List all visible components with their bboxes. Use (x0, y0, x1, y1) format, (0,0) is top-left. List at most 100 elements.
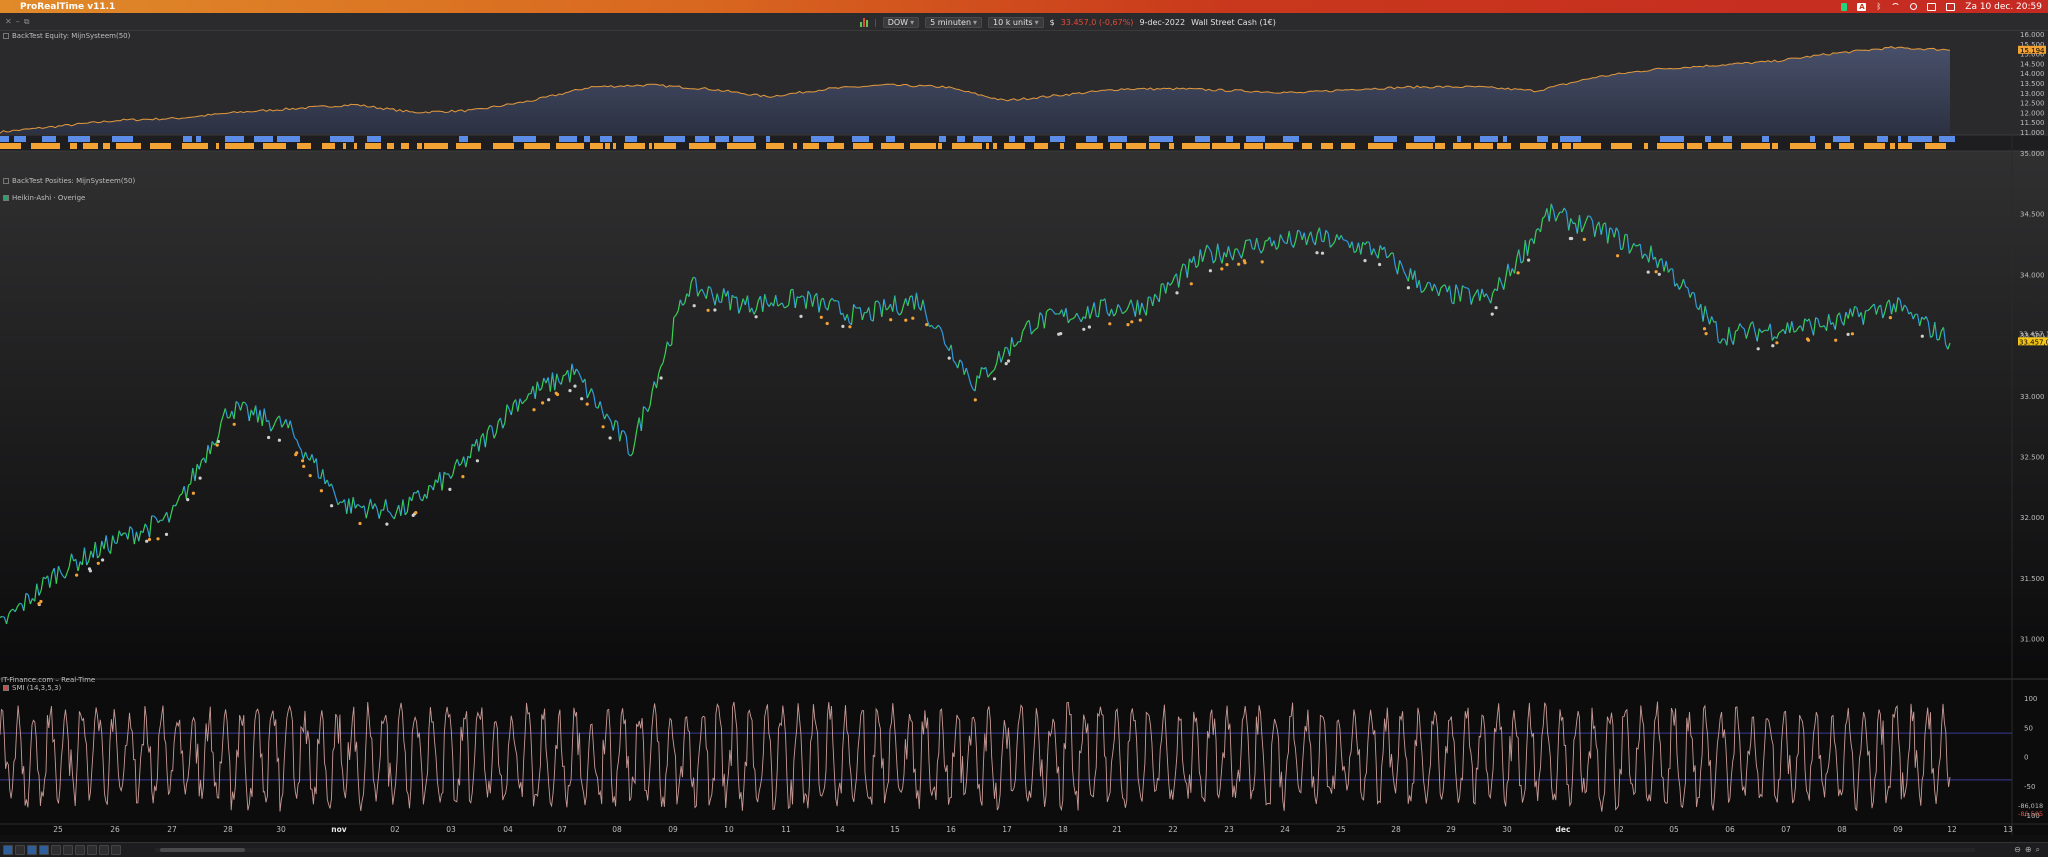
x-axis-tick: 18 (1058, 825, 1068, 834)
time-scrollbar-track[interactable] (155, 848, 1975, 852)
grid-icon[interactable] (63, 845, 73, 855)
long-position-block (1503, 136, 1507, 142)
short-position-block (1772, 143, 1778, 149)
order-marker (825, 321, 829, 326)
order-marker (1702, 327, 1707, 331)
a-input-icon[interactable]: A (1857, 2, 1867, 11)
time-scrollbar-thumb[interactable] (160, 848, 245, 852)
short-position-block (1435, 143, 1445, 149)
order-marker (156, 537, 160, 541)
zoom-in-icon[interactable]: ⊕ (2025, 845, 2032, 855)
short-position-block (216, 143, 219, 149)
instrument-select[interactable]: DOW ▾ (882, 16, 920, 28)
long-position-block (277, 136, 300, 142)
x-axis-tick: 28 (223, 825, 233, 834)
zoom-fit-icon[interactable]: ⌕ (2036, 845, 2040, 855)
order-marker (1378, 262, 1382, 267)
x-axis-tick: 23 (1224, 825, 1234, 834)
short-position-block (343, 143, 346, 149)
equity-y-tick: 13.500 (2020, 80, 2045, 88)
short-position-block (0, 143, 21, 149)
order-marker (1057, 332, 1061, 336)
equity-y-tick: 12.000 (2020, 109, 2045, 117)
order-marker (1225, 263, 1229, 267)
short-position-block (493, 143, 514, 149)
order-marker (799, 314, 803, 318)
control-center-icon[interactable] (1946, 2, 1956, 11)
menubar-clock[interactable]: Za 10 dec. 20:59 (1965, 2, 2042, 12)
app-name[interactable]: ProRealTime v11.1 (20, 2, 115, 12)
long-position-block (600, 136, 612, 142)
x-axis-tick: 28 (1391, 825, 1401, 834)
x-axis-tick: 04 (503, 825, 513, 834)
indicator-settings-icon[interactable] (3, 178, 9, 184)
short-position-block (803, 143, 819, 149)
indicator-settings-icon[interactable] (3, 33, 9, 39)
order-marker (164, 532, 169, 536)
order-marker (889, 318, 893, 322)
short-position-block (116, 143, 141, 149)
market-name[interactable]: Wall Street Cash (1€) (1191, 18, 1276, 27)
x-axis-tick: 11 (781, 825, 791, 834)
order-marker (848, 325, 852, 329)
cursor-icon[interactable] (15, 845, 25, 855)
x-axis-tick: 21 (1112, 825, 1122, 834)
long-position-block (886, 136, 895, 142)
long-position-block (1457, 136, 1461, 142)
layout-icon[interactable] (51, 845, 61, 855)
lock-icon[interactable] (99, 845, 109, 855)
smi-settings-icon[interactable] (3, 685, 9, 691)
chart-area[interactable]: 16.000 15.500 15.000 14.500 14.000 13.500 13.0… (0, 31, 2048, 835)
currency-symbol: $ (1049, 17, 1055, 27)
price-label-text: Heikin-Ashi · Overige (12, 194, 86, 202)
timeframe-select[interactable]: 5 minuten ▾ (925, 16, 983, 28)
equity-y-tick: 11.000 (2020, 129, 2045, 137)
short-position-block (1898, 143, 1912, 149)
short-position-block (1925, 143, 1946, 149)
long-position-block (1086, 136, 1097, 142)
chevron-down-icon: ▾ (973, 17, 978, 27)
short-position-block (793, 143, 797, 149)
wifi-icon[interactable] (1891, 2, 1901, 11)
x-axis-tick: 07 (557, 825, 567, 834)
price-y-tick: 34.500 (2020, 211, 2045, 219)
print-icon[interactable] (75, 845, 85, 855)
chevron-down-icon: ▾ (910, 17, 915, 27)
charts-svg[interactable]: 16.00015.50015.00014.50014.00013.50013.0… (0, 31, 2048, 835)
short-position-block (1169, 143, 1174, 149)
smi-current-value-1: -86,018 (2018, 802, 2043, 810)
green-status-icon[interactable] (1841, 2, 1848, 11)
close-icon[interactable]: ✕ (5, 17, 12, 27)
x-axis-tick: 29 (1446, 825, 1456, 834)
chart-type-icon[interactable] (860, 17, 868, 27)
price-panel-label[interactable]: Heikin-Ashi · Overige (3, 194, 85, 202)
timeframe-value: 5 minuten (930, 17, 972, 27)
zoom-out-icon[interactable]: ⊖ (2014, 845, 2021, 855)
pencil-icon[interactable] (3, 845, 13, 855)
units-select[interactable]: 10 k units ▾ (988, 16, 1044, 28)
positions-panel-label[interactable]: BackTest Posities: MijnSysteem(50) (3, 177, 135, 185)
equity-panel-label[interactable]: BackTest Equity: MijnSysteem(50) (3, 32, 130, 40)
minimize-icon[interactable]: – (16, 17, 20, 27)
short-position-block (401, 143, 409, 149)
order-marker (308, 474, 312, 478)
display-icon[interactable] (1927, 2, 1937, 11)
heikin-ashi-segment (1367, 241, 1370, 243)
heikin-ashi-icon[interactable] (3, 195, 9, 201)
search-icon[interactable] (1910, 3, 1918, 10)
short-position-block (1453, 143, 1471, 149)
crosshair-icon[interactable] (27, 845, 37, 855)
detach-icon[interactable]: ⧉ (24, 17, 30, 27)
order-marker (947, 356, 951, 360)
short-position-block (1552, 143, 1558, 149)
x-axis-tick: 02 (1614, 825, 1624, 834)
long-position-block (225, 136, 244, 142)
units-value: 10 k units (993, 17, 1033, 27)
price-current-value-2: 33.457,1 (2019, 330, 2048, 338)
magnet-icon[interactable] (39, 845, 49, 855)
order-marker (1527, 258, 1531, 262)
bluetooth-icon[interactable]: ᛒ (1876, 2, 1881, 11)
export-icon[interactable] (87, 845, 97, 855)
scroll-left-icon[interactable] (111, 845, 121, 855)
smi-panel-label[interactable]: SMI (14,3,5,3) (3, 684, 61, 692)
